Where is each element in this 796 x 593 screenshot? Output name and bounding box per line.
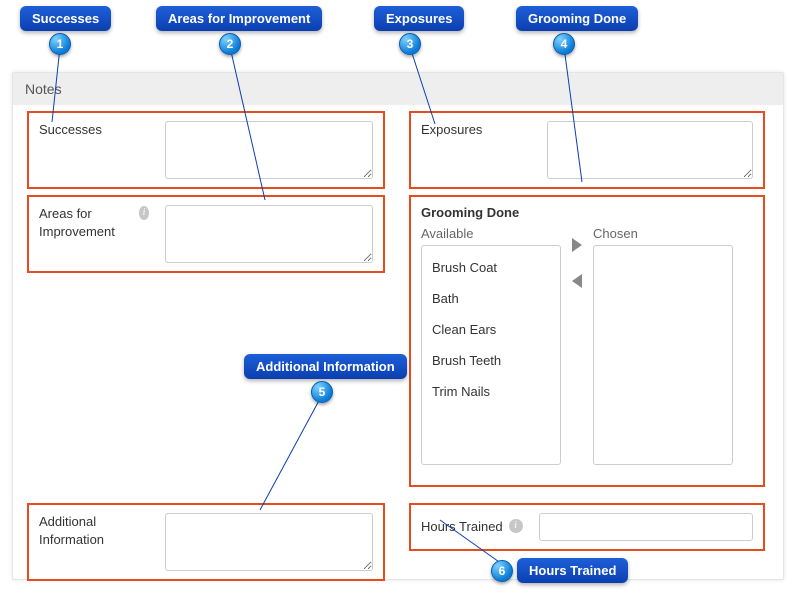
callout-num-2: 2 (219, 33, 241, 55)
move-right-icon[interactable] (572, 238, 582, 252)
additional-input[interactable] (165, 513, 373, 571)
list-item[interactable]: Bath (426, 283, 556, 314)
available-list[interactable]: Brush CoatBathClean EarsBrush TeethTrim … (421, 245, 561, 465)
additional-group: Additional Information (27, 503, 385, 581)
list-item[interactable]: Trim Nails (426, 376, 556, 407)
areas-label: Areas for Improvement i (39, 205, 149, 241)
exposures-group: Exposures (409, 111, 765, 189)
callout-additional: Additional Information (244, 354, 407, 379)
areas-label-text: Areas for Improvement (39, 205, 133, 241)
hours-group: Hours Trained i (409, 503, 765, 551)
list-item[interactable]: Clean Ears (426, 314, 556, 345)
areas-group: Areas for Improvement i (27, 195, 385, 273)
move-left-icon[interactable] (572, 274, 582, 288)
list-item[interactable]: Brush Coat (426, 252, 556, 283)
notes-card: Notes Successes Exposures Areas for Impr… (12, 72, 784, 580)
callout-successes: Successes (20, 6, 111, 31)
successes-input[interactable] (165, 121, 373, 179)
callout-hours: Hours Trained (517, 558, 628, 583)
successes-group: Successes (27, 111, 385, 189)
available-label: Available (421, 226, 561, 241)
exposures-label: Exposures (421, 121, 531, 139)
grooming-group: Grooming Done Available Brush CoatBathCl… (409, 195, 765, 487)
exposures-input[interactable] (547, 121, 753, 179)
info-icon[interactable]: i (139, 206, 149, 220)
card-content: Successes Exposures Areas for Improvemen… (13, 105, 783, 577)
callout-num-3: 3 (399, 33, 421, 55)
callout-num-6: 6 (491, 560, 513, 582)
additional-label: Additional Information (39, 513, 149, 549)
chosen-list[interactable] (593, 245, 733, 465)
info-icon[interactable]: i (509, 519, 523, 533)
callout-num-5: 5 (311, 381, 333, 403)
mover-buttons (567, 226, 587, 288)
successes-label: Successes (39, 121, 149, 139)
callout-num-4: 4 (553, 33, 575, 55)
callout-grooming: Grooming Done (516, 6, 638, 31)
callout-num-1: 1 (49, 33, 71, 55)
chosen-label: Chosen (593, 226, 733, 241)
callout-areas: Areas for Improvement (156, 6, 322, 31)
card-title: Notes (13, 73, 783, 105)
callout-exposures: Exposures (374, 6, 464, 31)
hours-label: Hours Trained i (421, 518, 523, 536)
list-item[interactable]: Brush Teeth (426, 345, 556, 376)
grooming-title: Grooming Done (421, 205, 753, 220)
hours-label-text: Hours Trained (421, 518, 503, 536)
areas-input[interactable] (165, 205, 373, 263)
hours-input[interactable] (539, 513, 753, 541)
